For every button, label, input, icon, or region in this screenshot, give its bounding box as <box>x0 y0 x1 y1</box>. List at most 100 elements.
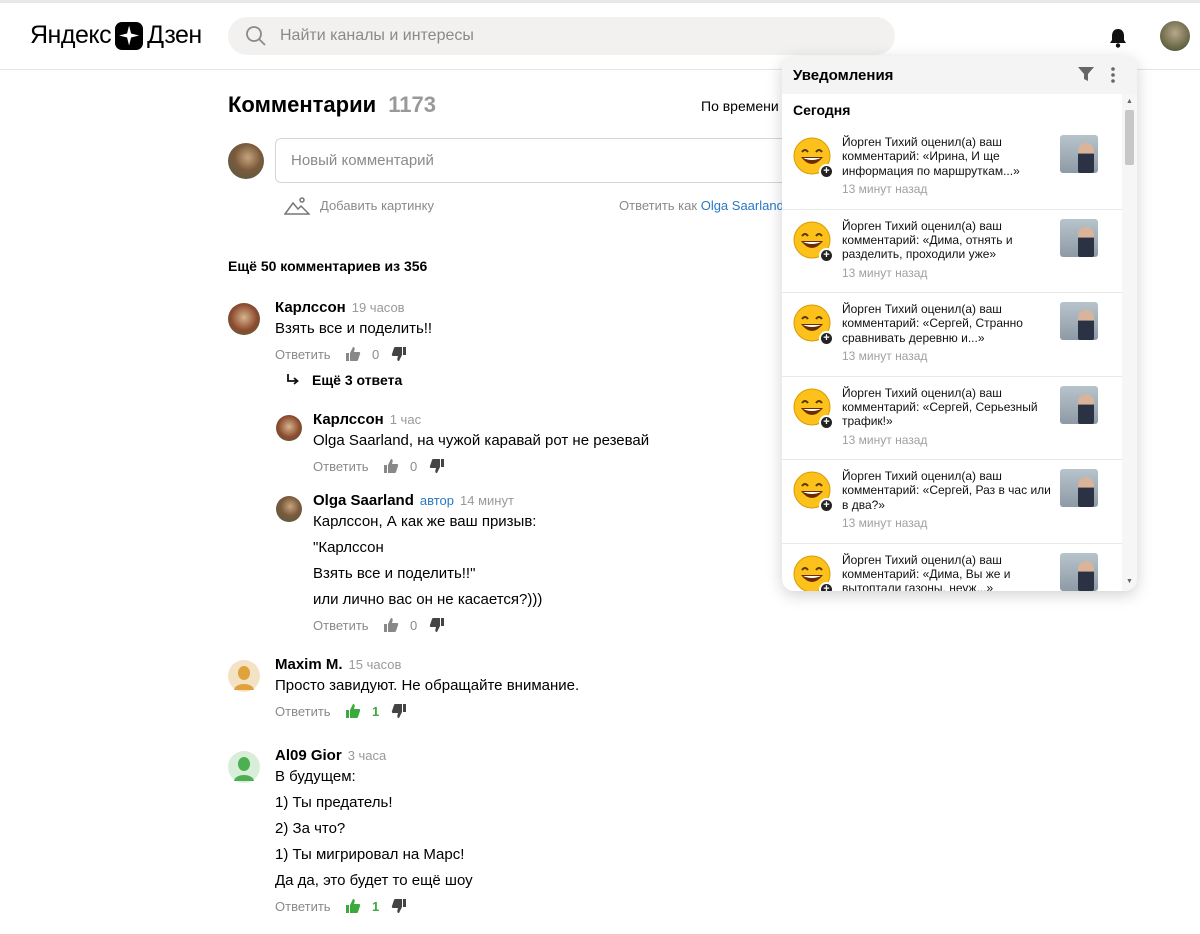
comment-actions: Ответить 0 <box>313 454 793 478</box>
notification-time: 13 минут назад <box>842 182 928 196</box>
comment-time: 15 часов <box>348 657 402 672</box>
scroll-down-icon[interactable]: ▼ <box>1126 578 1133 585</box>
notification-thumbnail <box>1060 135 1098 173</box>
avatar[interactable] <box>228 660 260 692</box>
comment-text: 2) За что? <box>275 820 346 837</box>
notification-item[interactable]: + Йорген Тихий оценил(а) ваш комментарий… <box>782 210 1122 293</box>
reply-arrow-icon <box>287 374 299 385</box>
comment-author[interactable]: Olga Saarland <box>313 492 414 509</box>
like-count: 1 <box>371 703 380 719</box>
comment-author[interactable]: Al09 Gior <box>275 747 342 764</box>
logo-right-text: Дзен <box>147 21 202 49</box>
scrollbar-track[interactable] <box>1122 94 1137 591</box>
scrollbar-thumb[interactable] <box>1125 110 1134 165</box>
thumb-down-icon[interactable] <box>429 458 445 474</box>
zen-star-icon <box>115 21 144 50</box>
comment-header: Карлссон 19 часов <box>275 299 795 316</box>
comment-text: 1) Ты предатель! <box>275 794 393 811</box>
search-input[interactable] <box>280 17 880 55</box>
reply-button[interactable]: Ответить <box>313 618 369 633</box>
comment-text: Olga Saarland, на чужой каравай рот не р… <box>313 432 650 449</box>
comment-time: 3 часа <box>347 748 387 763</box>
comment-header: Al09 Gior 3 часа <box>275 747 795 764</box>
search-icon <box>246 26 266 46</box>
current-user-avatar <box>228 143 264 179</box>
thumb-up-icon[interactable] <box>345 703 361 719</box>
new-comment-input[interactable] <box>275 138 795 183</box>
plus-badge-icon: + <box>819 581 834 591</box>
comment-author[interactable]: Карлссон <box>313 411 384 428</box>
comment-time: 14 минут <box>460 493 514 508</box>
avatar[interactable] <box>228 751 260 783</box>
reply-as-user-link[interactable]: Olga Saarland <box>701 198 784 213</box>
add-picture-label: Добавить картинку <box>320 197 434 213</box>
thumb-up-icon[interactable] <box>345 898 361 914</box>
yandex-zen-logo[interactable]: Яндекс Дзен <box>30 21 202 50</box>
notification-thumbnail <box>1060 302 1098 340</box>
bell-icon[interactable] <box>1108 27 1128 49</box>
reply-button[interactable]: Ответить <box>275 347 331 362</box>
user-silhouette-icon <box>234 666 254 690</box>
notification-text: Йорген Тихий оценил(а) ваш комментарий: … <box>842 135 1020 178</box>
notification-item[interactable]: + Йорген Тихий оценил(а) ваш комментарий… <box>782 126 1122 210</box>
comment-actions: Ответить 1 <box>275 894 795 918</box>
reply-button[interactable]: Ответить <box>275 899 331 914</box>
notifications-list: + Йорген Тихий оценил(а) ваш комментарий… <box>782 126 1122 591</box>
notification-thumbnail <box>1060 218 1098 257</box>
comment-text: 1) Ты мигрировал на Марс! <box>275 846 465 863</box>
thumb-down-icon[interactable] <box>391 703 407 719</box>
add-picture-button[interactable]: Добавить картинку <box>284 195 434 215</box>
comment-header: Olga Saarland автор 14 минут <box>313 492 793 509</box>
load-more-comments[interactable]: Ещё 50 комментариев из 356 <box>228 258 427 274</box>
image-icon <box>284 197 310 215</box>
plus-badge-icon: + <box>819 414 834 430</box>
thumb-up-icon[interactable] <box>345 346 361 362</box>
author-badge: автор <box>419 493 454 508</box>
notification-time: 13 минут назад <box>842 516 928 530</box>
like-count: 0 <box>409 617 418 633</box>
thumb-down-icon[interactable] <box>429 617 445 633</box>
comment-time: 19 часов <box>351 300 405 315</box>
avatar[interactable] <box>276 496 302 522</box>
notification-item[interactable]: + Йорген Тихий оценил(а) ваш комментарий… <box>782 460 1122 544</box>
like-count: 1 <box>371 898 380 914</box>
like-count: 0 <box>409 458 418 474</box>
comment-author[interactable]: Maxim M. <box>275 656 343 673</box>
comment-text: Просто завидуют. Не обращайте внимание. <box>275 677 580 694</box>
comment-actions: Ответить 1 <box>275 699 795 723</box>
more-options-icon[interactable] <box>1110 66 1116 84</box>
notification-time: 13 минут назад <box>842 265 928 280</box>
like-count: 0 <box>371 346 380 362</box>
reply-button[interactable]: Ответить <box>313 459 369 474</box>
search-bar <box>228 17 895 55</box>
comments-title: Комментарии 1173 <box>228 92 436 118</box>
sort-dropdown[interactable]: По времени <box>701 98 779 114</box>
avatar[interactable] <box>228 303 260 335</box>
comment-text: Взять все и поделить!!" <box>313 565 476 582</box>
thumb-down-icon[interactable] <box>391 898 407 914</box>
comments-count: 1173 <box>388 92 437 117</box>
plus-badge-icon: + <box>819 164 834 179</box>
plus-badge-icon: + <box>819 498 834 513</box>
avatar[interactable] <box>276 415 302 441</box>
comment-author[interactable]: Карлссон <box>275 299 346 316</box>
reply-button[interactable]: Ответить <box>275 704 331 719</box>
user-avatar[interactable] <box>1160 21 1190 51</box>
comment-text: или лично вас он не касается?))) <box>313 591 543 608</box>
notification-item[interactable]: + Йорген Тихий оценил(а) ваш комментарий… <box>782 377 1122 460</box>
filter-icon[interactable] <box>1078 67 1094 82</box>
notification-item[interactable]: + Йорген Тихий оценил(а) ваш комментарий… <box>782 544 1122 591</box>
notification-text: Йорген Тихий оценил(а) ваш комментарий: … <box>842 218 1013 262</box>
user-silhouette-icon <box>234 757 254 781</box>
comment-header: Карлссон 1 час <box>313 411 793 428</box>
show-more-replies[interactable]: Ещё 3 ответа <box>286 372 402 388</box>
logo-left-text: Яндекс <box>30 21 112 49</box>
scroll-up-icon[interactable]: ▲ <box>1126 98 1133 105</box>
thumb-up-icon[interactable] <box>383 458 399 474</box>
notification-item[interactable]: + Йорген Тихий оценил(а) ваш комментарий… <box>782 293 1122 377</box>
thumb-up-icon[interactable] <box>383 617 399 633</box>
notification-time: 13 минут назад <box>842 432 928 447</box>
thumb-down-icon[interactable] <box>391 346 407 362</box>
reply-as-prefix: Ответить как <box>619 198 698 213</box>
notification-thumbnail <box>1060 552 1098 591</box>
